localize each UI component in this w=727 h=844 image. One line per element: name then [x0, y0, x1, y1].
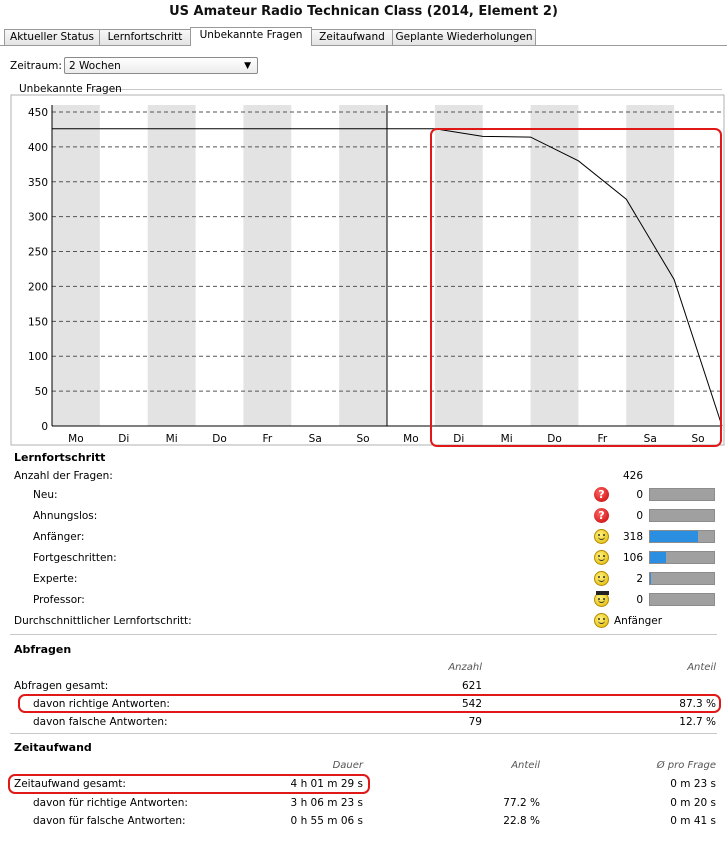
y-tick-label: 350 [28, 177, 48, 189]
level-count: 0 [636, 489, 643, 501]
level-progress-fill [650, 531, 698, 542]
x-tick-label: Mo [403, 433, 418, 445]
yellow-smiley-icon [594, 613, 609, 628]
level-label: Ahnungslos: [33, 510, 98, 522]
level-label: Professor: [33, 594, 85, 606]
average-progress-label: Durchschnittlicher Lernfortschritt: [14, 615, 192, 627]
zeitaufwand-row-share: 22.8 % [503, 815, 540, 827]
level-count: 0 [636, 510, 643, 522]
graduate-smiley-icon [594, 591, 609, 607]
zeitaufwand-col-share: Anteil [511, 760, 540, 771]
y-tick-label: 0 [41, 421, 48, 433]
red-question-smiley-icon: ? [594, 508, 609, 523]
divider [10, 634, 717, 635]
level-progress-bar [649, 509, 715, 522]
x-tick-label: Sa [309, 433, 322, 445]
highlight-correct-answers [18, 694, 721, 713]
zeitaufwand-row-label: davon für richtige Antworten: [33, 797, 188, 809]
zeitaufwand-row-per-question: 0 m 41 s [670, 815, 716, 827]
y-tick-label: 150 [28, 316, 48, 328]
abfragen-row-label: Abfragen gesamt: [14, 680, 109, 692]
abfragen-row-count: 79 [468, 716, 482, 728]
graduate-cap-icon [596, 591, 609, 595]
total-questions-label: Anzahl der Fragen: [14, 470, 113, 482]
total-questions-value: 426 [622, 470, 643, 482]
yellow-smiley-icon [594, 571, 609, 586]
highlight-total-time [8, 774, 370, 794]
abfragen-row-label: davon falsche Antworten: [33, 716, 168, 728]
level-count: 0 [636, 594, 643, 606]
x-tick-label: Do [212, 433, 227, 445]
yellow-smiley-icon [594, 529, 609, 544]
y-tick-label: 200 [28, 281, 48, 293]
y-tick-label: 250 [28, 247, 48, 259]
level-progress-bar [649, 488, 715, 501]
level-progress-fill [650, 552, 666, 563]
abfragen-row-share: 12.7 % [679, 716, 716, 728]
highlight-chart-end [430, 128, 722, 447]
zeitaufwand-row-per-question: 0 m 20 s [670, 797, 716, 809]
level-progress-bar [649, 530, 715, 543]
lernfortschritt-header: Lernfortschritt [14, 451, 106, 464]
zeitaufwand-row-per-question: 0 m 23 s [670, 778, 716, 790]
abfragen-header: Abfragen [14, 643, 72, 656]
x-tick-label: Di [118, 433, 129, 445]
level-count: 106 [622, 552, 643, 564]
tab-unbekannte-fragen[interactable]: Unbekannte Fragen [190, 27, 312, 46]
divider [10, 733, 717, 734]
red-question-icon: ? [594, 487, 609, 502]
x-tick-label: So [357, 433, 370, 445]
x-tick-label: Mo [68, 433, 83, 445]
day-stripe [52, 105, 100, 426]
day-stripe [339, 105, 387, 426]
level-count: 2 [636, 573, 643, 585]
x-tick-label: Mi [166, 433, 178, 445]
abfragen-col-count: Anzahl [448, 662, 482, 673]
y-tick-label: 100 [28, 351, 48, 363]
level-progress-bar [649, 593, 715, 606]
y-tick-label: 400 [28, 142, 48, 154]
day-stripe [243, 105, 292, 426]
zeitaufwand-header: Zeitaufwand [14, 741, 92, 754]
abfragen-col-share: Anteil [687, 662, 716, 673]
level-label: Anfänger: [33, 531, 85, 543]
level-label: Fortgeschritten: [33, 552, 117, 564]
zeitaufwand-row-duration: 0 h 55 m 06 s [290, 815, 363, 827]
level-count: 318 [622, 531, 643, 543]
average-progress-value: Anfänger [614, 615, 663, 627]
abfragen-row-count: 621 [461, 680, 482, 692]
level-label: Neu: [33, 489, 58, 501]
zeitaufwand-col-per-question: Ø pro Frage [656, 760, 716, 771]
yellow-smiley-icon [594, 550, 609, 565]
y-tick-label: 50 [35, 386, 48, 398]
zeitaufwand-row-share: 77.2 % [503, 797, 540, 809]
level-progress-bar [649, 551, 715, 564]
level-label: Experte: [33, 573, 78, 585]
x-tick-label: Fr [263, 433, 273, 445]
y-tick-label: 300 [28, 212, 48, 224]
zeitaufwand-row-duration: 3 h 06 m 23 s [290, 797, 363, 809]
zeitaufwand-row-label: davon für falsche Antworten: [33, 815, 186, 827]
day-stripe [147, 105, 196, 426]
level-progress-bar [649, 572, 715, 585]
y-tick-label: 450 [28, 107, 48, 119]
zeitaufwand-col-duration: Dauer [332, 760, 363, 771]
